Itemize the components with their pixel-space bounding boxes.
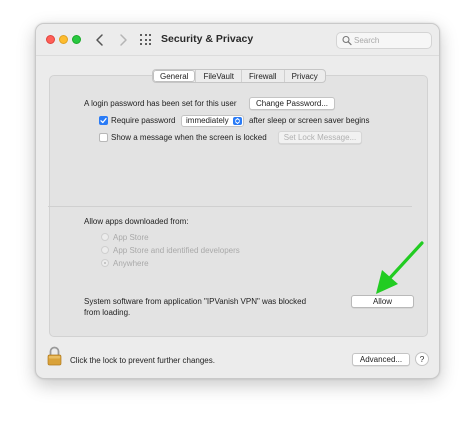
login-password-text: A login password has been set for this u…: [84, 99, 237, 108]
search-field[interactable]: [336, 32, 432, 49]
radio-app-store-identified-label: App Store and identified developers: [113, 246, 240, 255]
search-input[interactable]: [354, 35, 428, 46]
radio-app-store-identified[interactable]: [101, 246, 109, 254]
window-title: Security & Privacy: [161, 33, 254, 45]
select-stepper-icon: [233, 117, 242, 125]
advanced-button[interactable]: Advanced...: [352, 353, 410, 366]
radio-app-store[interactable]: [101, 233, 109, 241]
tab-filevault[interactable]: FileVault: [195, 70, 241, 82]
help-button[interactable]: ?: [415, 352, 429, 366]
require-password-checkbox[interactable]: [99, 116, 108, 125]
search-icon: [342, 35, 352, 46]
require-password-label: Require password: [111, 116, 176, 125]
show-all-grid-icon[interactable]: [140, 34, 152, 46]
blocked-message-line1: System software from application "IPVani…: [84, 297, 307, 306]
chevron-right-icon: [120, 34, 127, 46]
change-password-button[interactable]: Change Password...: [249, 97, 335, 110]
lock-text: Click the lock to prevent further change…: [70, 356, 215, 365]
show-message-checkbox[interactable]: [99, 133, 108, 142]
tab-privacy[interactable]: Privacy: [283, 70, 325, 82]
chevron-left-icon: [96, 34, 103, 46]
show-message-label: Show a message when the screen is locked: [111, 133, 267, 142]
require-password-value: immediately: [186, 116, 229, 125]
back-button[interactable]: [92, 31, 108, 49]
tab-general[interactable]: General: [153, 70, 196, 82]
tab-firewall[interactable]: Firewall: [241, 70, 284, 82]
forward-button[interactable]: [115, 31, 131, 49]
set-lock-message-button[interactable]: Set Lock Message...: [278, 131, 362, 144]
blocked-message-line2: from loading.: [84, 308, 131, 317]
tab-bar: General FileVault Firewall Privacy: [152, 69, 326, 83]
zoom-window-button[interactable]: [72, 35, 81, 44]
checkmark-icon: [100, 117, 107, 124]
annotation-arrow-icon: [376, 241, 424, 294]
lock-icon[interactable]: [47, 346, 62, 366]
close-window-button[interactable]: [46, 35, 55, 44]
section-divider: [48, 206, 412, 207]
allow-apps-heading: Allow apps downloaded from:: [84, 217, 189, 226]
allow-button[interactable]: Allow: [351, 295, 414, 308]
radio-anywhere-label: Anywhere: [113, 259, 149, 268]
minimize-window-button[interactable]: [59, 35, 68, 44]
radio-app-store-label: App Store: [113, 233, 149, 242]
title-bar: Security & Privacy: [36, 24, 439, 56]
require-password-select[interactable]: immediately: [181, 115, 244, 127]
radio-anywhere[interactable]: [101, 259, 109, 267]
require-password-suffix: after sleep or screen saver begins: [249, 116, 370, 125]
chevron-updown-icon: [235, 118, 240, 124]
